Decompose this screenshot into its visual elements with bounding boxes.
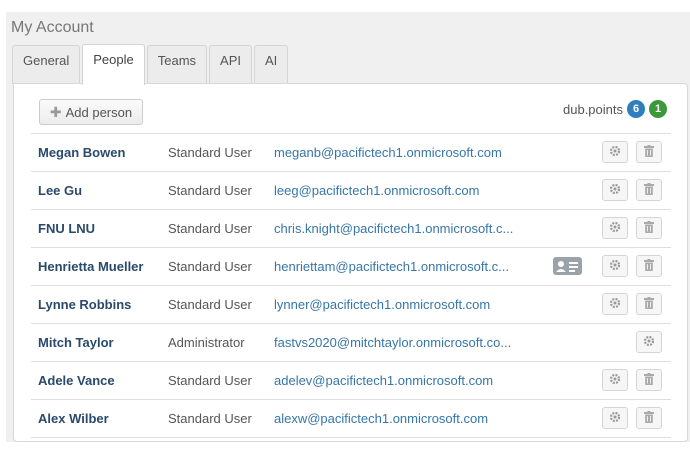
table-row: Henrietta Mueller Standard User henriettam… [31, 247, 671, 285]
gear-icon [609, 259, 621, 274]
person-email[interactable]: alexw@pacifictech1.onmicrosoft.com [274, 411, 519, 426]
points-label: dub.points [563, 101, 623, 117]
person-email[interactable]: chris.knight@pacifictech1.onmicrosoft.c.… [274, 221, 519, 236]
person-name[interactable]: Adele Vance [38, 373, 115, 388]
tab-ai[interactable]: AI [254, 45, 289, 84]
person-role: Standard User [168, 259, 252, 274]
person-name[interactable]: Alex Wilber [38, 411, 109, 426]
trash-icon [644, 144, 654, 160]
trash-icon [644, 220, 654, 236]
person-name[interactable]: Mitch Taylor [38, 335, 114, 350]
settings-button[interactable] [602, 179, 628, 201]
settings-button[interactable] [602, 217, 628, 239]
tab-api[interactable]: API [209, 45, 252, 84]
delete-button[interactable] [636, 179, 662, 201]
table-row: FNU LNU Standard User chris.knight@pacific… [31, 209, 671, 247]
gear-icon [609, 373, 621, 388]
trash-icon [644, 182, 654, 198]
settings-button[interactable] [602, 293, 628, 315]
table-row: Lee Gu Standard User leeg@pacifictech1.onm… [31, 171, 671, 209]
gear-icon [609, 221, 621, 236]
person-email[interactable]: lynner@pacifictech1.onmicrosoft.com [274, 297, 519, 312]
delete-button[interactable] [636, 293, 662, 315]
person-role: Standard User [168, 145, 252, 160]
people-panel: ✚ Add person dub.points 6 1 Megan Bowen S… [13, 83, 688, 442]
table-row: Megan Bowen Standard User meganb@pacificte… [31, 133, 671, 171]
person-email[interactable]: henriettam@pacifictech1.onmicrosoft.c... [274, 259, 519, 274]
person-role: Standard User [168, 183, 252, 198]
person-name[interactable]: FNU LNU [38, 221, 95, 236]
tab-bar: General People Teams API AI [12, 44, 290, 85]
person-name[interactable]: Lee Gu [38, 183, 82, 198]
settings-button[interactable] [602, 255, 628, 277]
trash-icon [644, 296, 654, 312]
settings-button[interactable] [602, 369, 628, 391]
table-row: Mitch Taylor Administrator fastvs2020@mitc… [31, 323, 671, 361]
person-role: Standard User [168, 373, 252, 388]
person-role: Administrator [168, 335, 245, 350]
account-area: My Account General People Teams API AI ✚… [6, 12, 690, 442]
points-badge-green: 1 [649, 100, 667, 118]
add-person-button[interactable]: ✚ Add person [39, 99, 143, 125]
gear-icon [609, 297, 621, 312]
person-email[interactable]: meganb@pacifictech1.onmicrosoft.com [274, 145, 519, 160]
gear-icon [609, 183, 621, 198]
plus-icon: ✚ [49, 103, 62, 120]
person-email[interactable]: adelev@pacifictech1.onmicrosoft.com [274, 373, 519, 388]
trash-icon [644, 372, 654, 388]
contact-card-icon[interactable] [553, 257, 582, 275]
delete-button[interactable] [636, 255, 662, 277]
delete-button[interactable] [636, 217, 662, 239]
gear-icon [609, 411, 621, 426]
tab-teams[interactable]: Teams [146, 45, 208, 84]
delete-button[interactable] [636, 369, 662, 391]
page-title: My Account [11, 19, 94, 36]
settings-button[interactable] [602, 141, 628, 163]
trash-icon [644, 258, 654, 274]
person-role: Standard User [168, 297, 252, 312]
dub-points: dub.points 6 1 [563, 100, 667, 118]
settings-button[interactable] [602, 407, 628, 429]
settings-button[interactable] [636, 331, 662, 353]
person-email[interactable]: fastvs2020@mitchtaylor.onmicrosoft.co... [274, 335, 519, 350]
person-name[interactable]: Megan Bowen [38, 145, 125, 160]
person-name[interactable]: Lynne Robbins [38, 297, 131, 312]
add-person-label: Add person [65, 104, 133, 120]
page: My Account General People Teams API AI ✚… [0, 0, 690, 454]
trash-icon [644, 410, 654, 426]
table-row: Adele Vance Standard User adelev@pacificte… [31, 361, 671, 399]
table-row: Lynne Robbins Standard User lynner@pacific… [31, 285, 671, 323]
people-list: Megan Bowen Standard User meganb@pacificte… [31, 133, 671, 438]
delete-button[interactable] [636, 141, 662, 163]
person-role: Standard User [168, 411, 252, 426]
table-row: Alex Wilber Standard User alexw@pacifictec… [31, 399, 671, 438]
person-role: Standard User [168, 221, 252, 236]
tab-general[interactable]: General [12, 45, 81, 84]
delete-button[interactable] [636, 407, 662, 429]
gear-icon [609, 145, 621, 160]
gear-icon [643, 335, 655, 350]
person-name[interactable]: Henrietta Mueller [38, 259, 143, 274]
person-email[interactable]: leeg@pacifictech1.onmicrosoft.com [274, 183, 519, 198]
points-badge-blue: 6 [627, 100, 645, 118]
tab-people[interactable]: People [82, 44, 145, 85]
